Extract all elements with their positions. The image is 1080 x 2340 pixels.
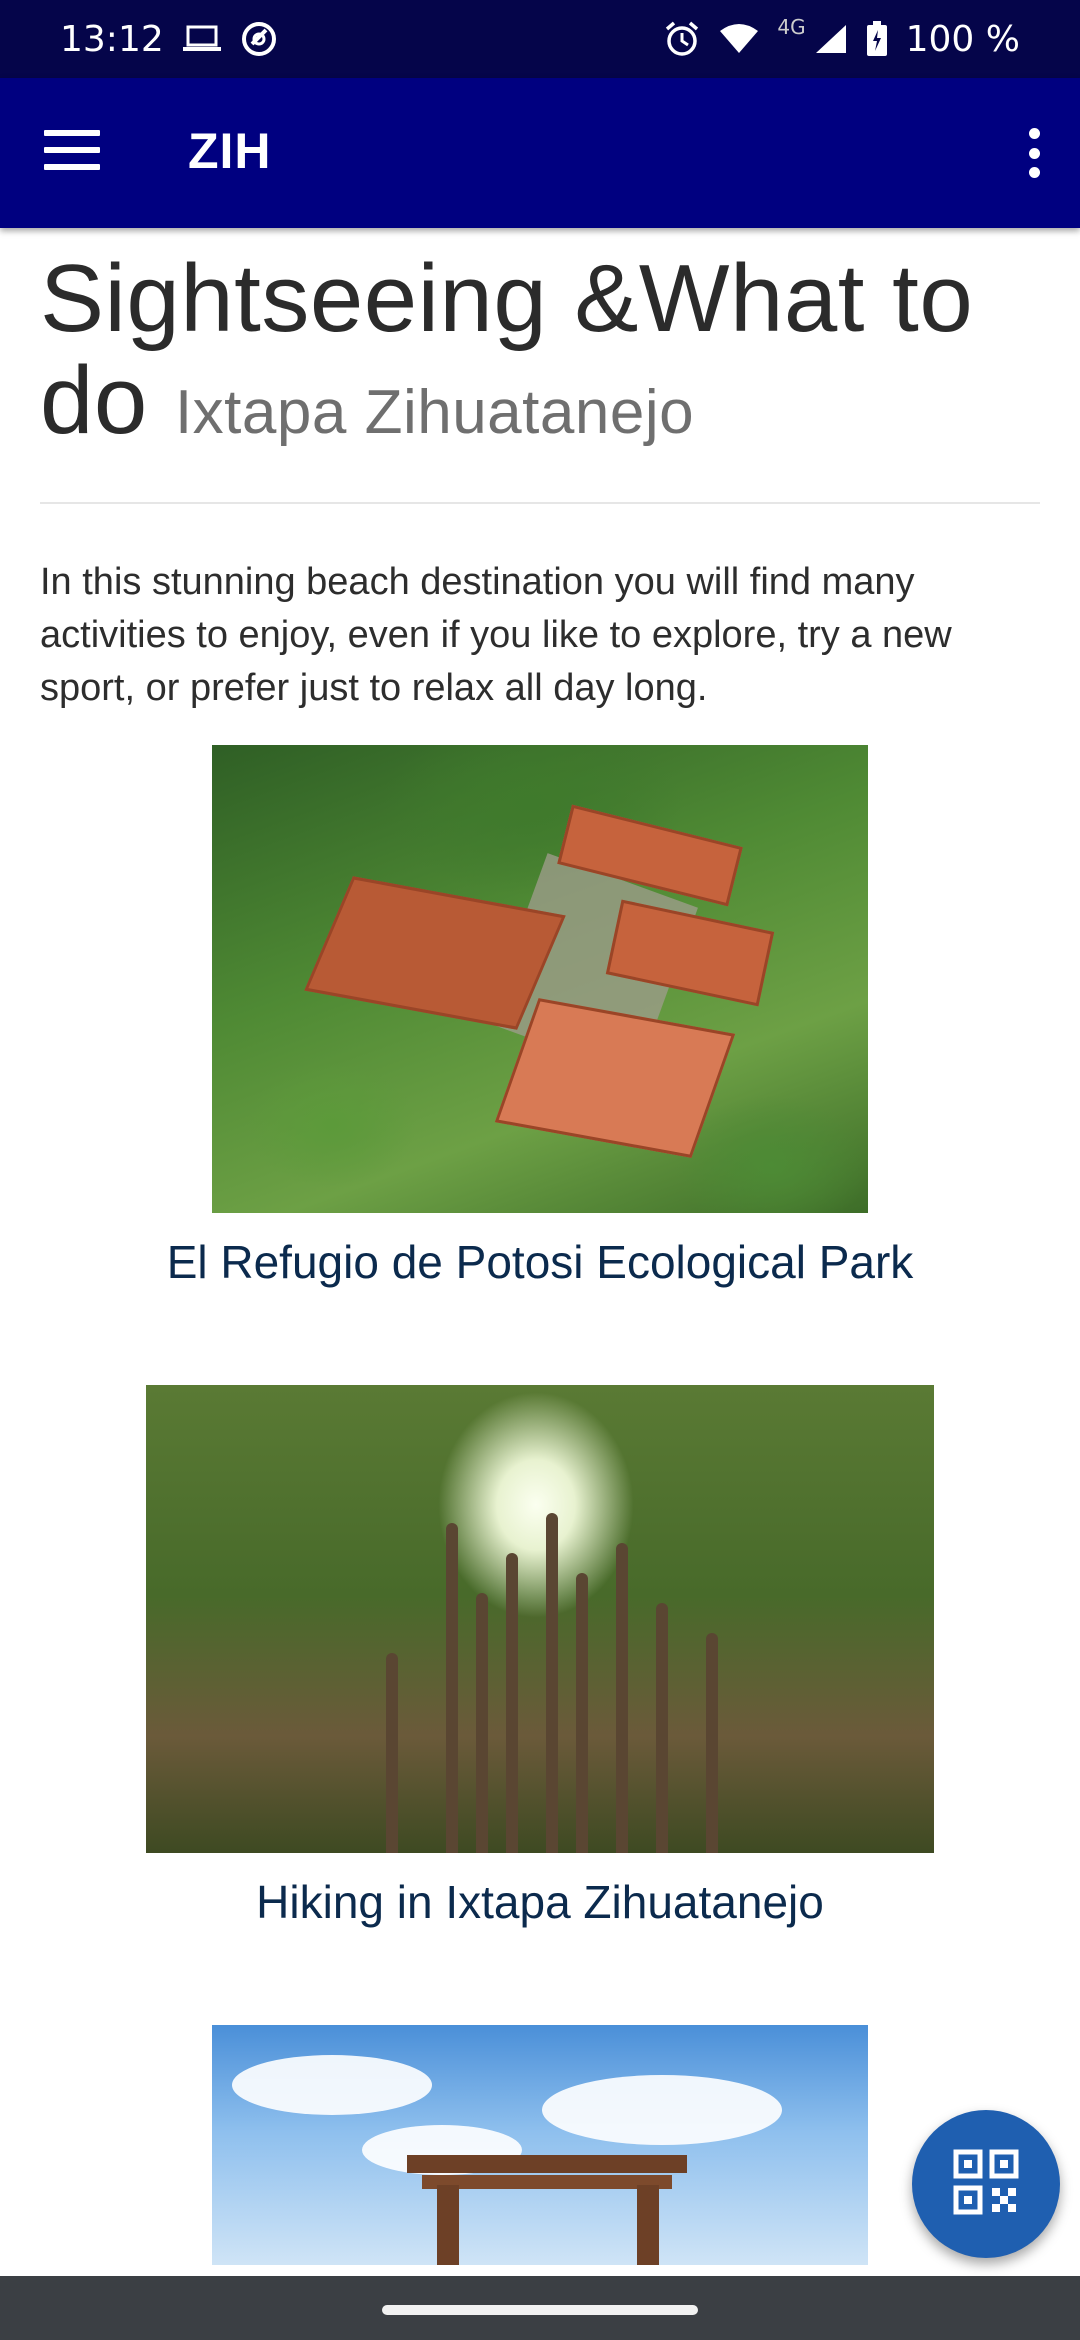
card-image-third[interactable]: [212, 2025, 868, 2265]
status-time: 13:12: [60, 18, 164, 60]
card-image-hiking[interactable]: [146, 1385, 934, 1853]
wifi-icon: [719, 23, 759, 55]
image-cloud-shape: [542, 2075, 782, 2145]
signal-icon: [814, 23, 848, 55]
network-type: 4G: [777, 15, 806, 39]
image-post-shape: [437, 2185, 459, 2265]
image-pergola-shape: [422, 2175, 672, 2189]
intro-paragraph: In this stunning beach destination you w…: [40, 561, 952, 709]
image-pergola-shape: [407, 2155, 687, 2173]
app-bar: ZIH: [0, 78, 1080, 228]
page-content: Sightseeing &What to do Ixtapa Zihuatane…: [0, 228, 1080, 2265]
status-bar: 13:12 4G 100 %: [0, 0, 1080, 78]
divider: [40, 502, 1040, 504]
battery-icon: [866, 21, 888, 57]
image-cloud-shape: [232, 2055, 432, 2115]
qr-code-icon: [953, 2149, 1019, 2220]
image-cactus-shape: [656, 1603, 668, 1853]
more-vert-icon[interactable]: [1022, 128, 1046, 178]
image-cactus-shape: [576, 1573, 588, 1853]
hamburger-menu-icon[interactable]: [44, 130, 100, 176]
alarm-icon: [663, 20, 701, 58]
image-cactus-shape: [386, 1653, 398, 1853]
card-third[interactable]: [0, 2025, 1080, 2265]
image-roof-shape: [494, 998, 736, 1158]
image-cactus-shape: [506, 1553, 518, 1853]
page-subtitle: Ixtapa Zihuatanejo: [174, 378, 695, 447]
battery-level: 100 %: [905, 18, 1020, 60]
image-post-shape: [637, 2185, 659, 2265]
app-title: ZIH: [188, 123, 272, 179]
image-cactus-shape: [476, 1593, 488, 1853]
qr-code-button[interactable]: [912, 2110, 1060, 2258]
card-image-ecological-park[interactable]: [212, 745, 868, 1213]
laptop-icon: [182, 24, 222, 54]
page-title: Sightseeing &What to do Ixtapa Zihuatane…: [40, 248, 1040, 464]
card-ecological-park[interactable]: El Refugio de Potosi Ecological Park: [0, 745, 1080, 1289]
sync-icon: [240, 20, 278, 58]
card-label-hiking[interactable]: Hiking in Ixtapa Zihuatanejo: [0, 1875, 1080, 1929]
image-cactus-shape: [546, 1513, 558, 1853]
home-gesture-handle[interactable]: [382, 2305, 698, 2315]
image-cactus-shape: [706, 1633, 718, 1853]
image-roof-shape: [304, 876, 566, 1030]
card-hiking[interactable]: Hiking in Ixtapa Zihuatanejo: [0, 1385, 1080, 1929]
card-label-ecological-park[interactable]: El Refugio de Potosi Ecological Park: [0, 1235, 1080, 1289]
image-cactus-shape: [446, 1523, 458, 1853]
image-cactus-shape: [616, 1543, 628, 1853]
